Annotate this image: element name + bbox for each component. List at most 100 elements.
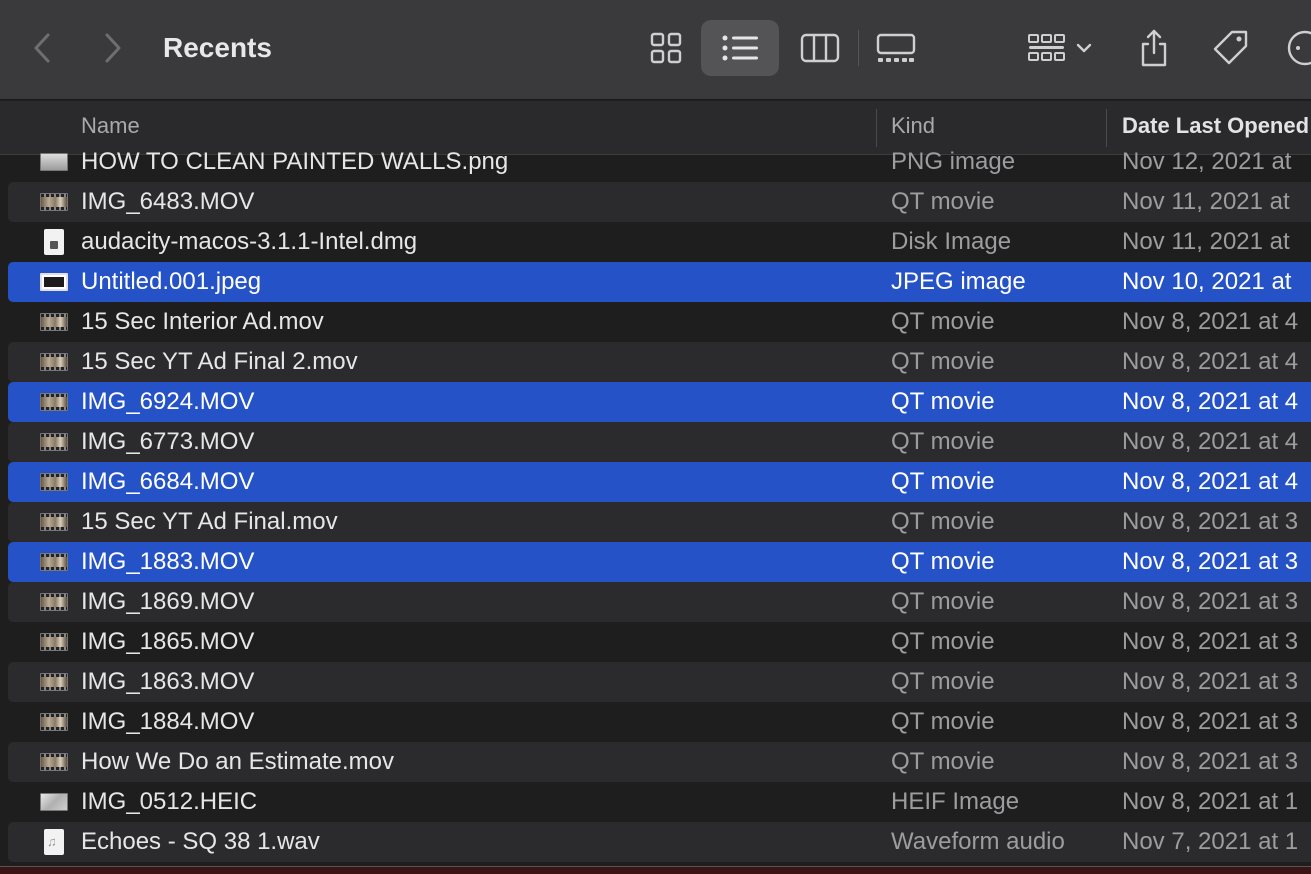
file-date: Nov 8, 2021 at 3 [1122,708,1299,735]
file-name: IMG_1863.MOV [81,668,255,695]
share-icon [1141,29,1167,67]
video-file-icon [40,311,68,333]
more-icon [1287,30,1311,66]
file-kind: Disk Image [891,228,1012,255]
file-kind: QT movie [891,388,995,415]
file-row[interactable]: IMG_1863.MOV QT movie Nov 8, 2021 at 3 [8,662,1311,702]
file-kind: QT movie [891,628,995,655]
file-name: 15 Sec Interior Ad.mov [81,308,324,335]
toolbar-separator [858,30,859,66]
icon-view-button[interactable] [640,20,692,76]
file-date: Nov 7, 2021 at 1 [1122,828,1299,855]
group-by-button[interactable] [1020,20,1100,76]
file-date: Nov 11, 2021 at [1122,228,1290,255]
file-row[interactable]: audacity-macos-3.1.1-Intel.dmg Disk Image… [8,222,1311,262]
file-row[interactable]: 15 Sec YT Ad Final.mov QT movie Nov 8, 202… [8,502,1311,542]
video-file-icon [40,671,68,693]
list-icon [722,35,758,61]
video-file-icon [40,711,68,733]
file-kind: QT movie [891,668,995,695]
list-view-button[interactable] [701,20,779,76]
file-name: audacity-macos-3.1.1-Intel.dmg [81,228,418,255]
image-file-icon [40,151,68,173]
file-date: Nov 8, 2021 at 3 [1122,748,1299,775]
video-file-icon [40,431,68,453]
file-name: IMG_0512.HEIC [81,788,258,815]
file-date: Nov 8, 2021 at 3 [1122,548,1299,575]
file-row[interactable]: How We Do an Estimate.mov QT movie Nov 8, … [8,742,1311,782]
file-kind: QT movie [891,548,995,575]
file-date: Nov 8, 2021 at 1 [1122,788,1299,815]
file-date: Nov 12, 2021 at [1122,148,1292,175]
file-row[interactable]: IMG_1865.MOV QT movie Nov 8, 2021 at 3 [8,622,1311,662]
video-file-icon [40,391,68,413]
gallery-icon [876,33,916,62]
file-name: IMG_1884.MOV [81,708,255,735]
image-file-icon [40,791,68,813]
file-list: HOW TO CLEAN PAINTED WALLS.png PNG image N… [0,142,1311,866]
tag-button[interactable] [1205,20,1257,76]
file-row[interactable]: IMG_0512.HEIC HEIF Image Nov 8, 2021 at 1 [8,782,1311,822]
file-date: Nov 8, 2021 at 4 [1122,348,1299,375]
file-row[interactable]: 15 Sec Interior Ad.mov QT movie Nov 8, 202… [8,302,1311,342]
file-kind: QT movie [891,468,995,495]
video-file-icon [40,551,68,573]
file-name: IMG_6684.MOV [81,468,255,495]
window-bottom-edge [0,866,1311,874]
image-file-icon [40,271,68,293]
file-row[interactable]: IMG_6924.MOV QT movie Nov 8, 2021 at 4 [8,382,1311,422]
columns-icon [800,33,840,63]
file-date: Nov 8, 2021 at 4 [1122,388,1299,415]
file-kind: PNG image [891,148,1016,175]
file-row[interactable]: IMG_6483.MOV QT movie Nov 11, 2021 at [8,182,1311,222]
video-file-icon [40,191,68,213]
video-file-icon [40,751,68,773]
file-row[interactable]: Echoes - SQ 38 1.wav Waveform audio Nov 7,… [8,822,1311,862]
file-kind: QT movie [891,428,995,455]
toolbar: Recents [0,0,1311,100]
file-date: Nov 10, 2021 at [1122,268,1292,295]
column-view-button[interactable] [792,20,848,76]
file-name: IMG_1883.MOV [81,548,255,575]
more-button[interactable] [1285,20,1311,76]
file-kind: JPEG image [891,268,1026,295]
file-row[interactable]: IMG_1869.MOV QT movie Nov 8, 2021 at 3 [8,582,1311,622]
file-name: IMG_6773.MOV [81,428,255,455]
file-date: Nov 8, 2021 at 3 [1122,668,1299,695]
file-kind: QT movie [891,748,995,775]
group-by-icon [1028,34,1065,61]
file-row[interactable]: IMG_1884.MOV QT movie Nov 8, 2021 at 3 [8,702,1311,742]
file-row[interactable]: IMG_6773.MOV QT movie Nov 8, 2021 at 4 [8,422,1311,462]
file-kind: QT movie [891,308,995,335]
file-kind: QT movie [891,708,995,735]
file-name: IMG_1865.MOV [81,628,255,655]
gallery-view-button[interactable] [866,20,926,76]
file-date: Nov 11, 2021 at [1122,188,1290,215]
file-kind: QT movie [891,508,995,535]
grid-icon [650,32,682,64]
file-kind: HEIF Image [891,788,1020,815]
file-row[interactable]: 15 Sec YT Ad Final 2.mov QT movie Nov 8, 2… [8,342,1311,382]
file-name: How We Do an Estimate.mov [81,748,394,775]
file-row[interactable]: Untitled.001.jpeg JPEG image Nov 10, 2021 … [8,262,1311,302]
file-kind: QT movie [891,588,995,615]
file-name: HOW TO CLEAN PAINTED WALLS.png [81,148,509,175]
file-row[interactable]: HOW TO CLEAN PAINTED WALLS.png PNG image N… [8,142,1311,182]
file-name: Untitled.001.jpeg [81,268,262,295]
file-kind: QT movie [891,348,995,375]
file-row[interactable]: IMG_1883.MOV QT movie Nov 8, 2021 at 3 [8,542,1311,582]
file-name: IMG_1869.MOV [81,588,255,615]
file-row[interactable]: IMG_6684.MOV QT movie Nov 8, 2021 at 4 [8,462,1311,502]
share-button[interactable] [1130,20,1178,76]
chevron-right-icon [105,33,121,63]
file-name: 15 Sec YT Ad Final.mov [81,508,338,535]
file-date: Nov 8, 2021 at 3 [1122,508,1299,535]
file-date: Nov 8, 2021 at 4 [1122,468,1299,495]
file-name: IMG_6924.MOV [81,388,255,415]
file-date: Nov 8, 2021 at 3 [1122,588,1299,615]
video-file-icon [40,511,68,533]
forward-button[interactable] [93,26,133,70]
back-button[interactable] [22,26,62,70]
file-name: Echoes - SQ 38 1.wav [81,828,320,855]
chevron-left-icon [34,33,50,63]
